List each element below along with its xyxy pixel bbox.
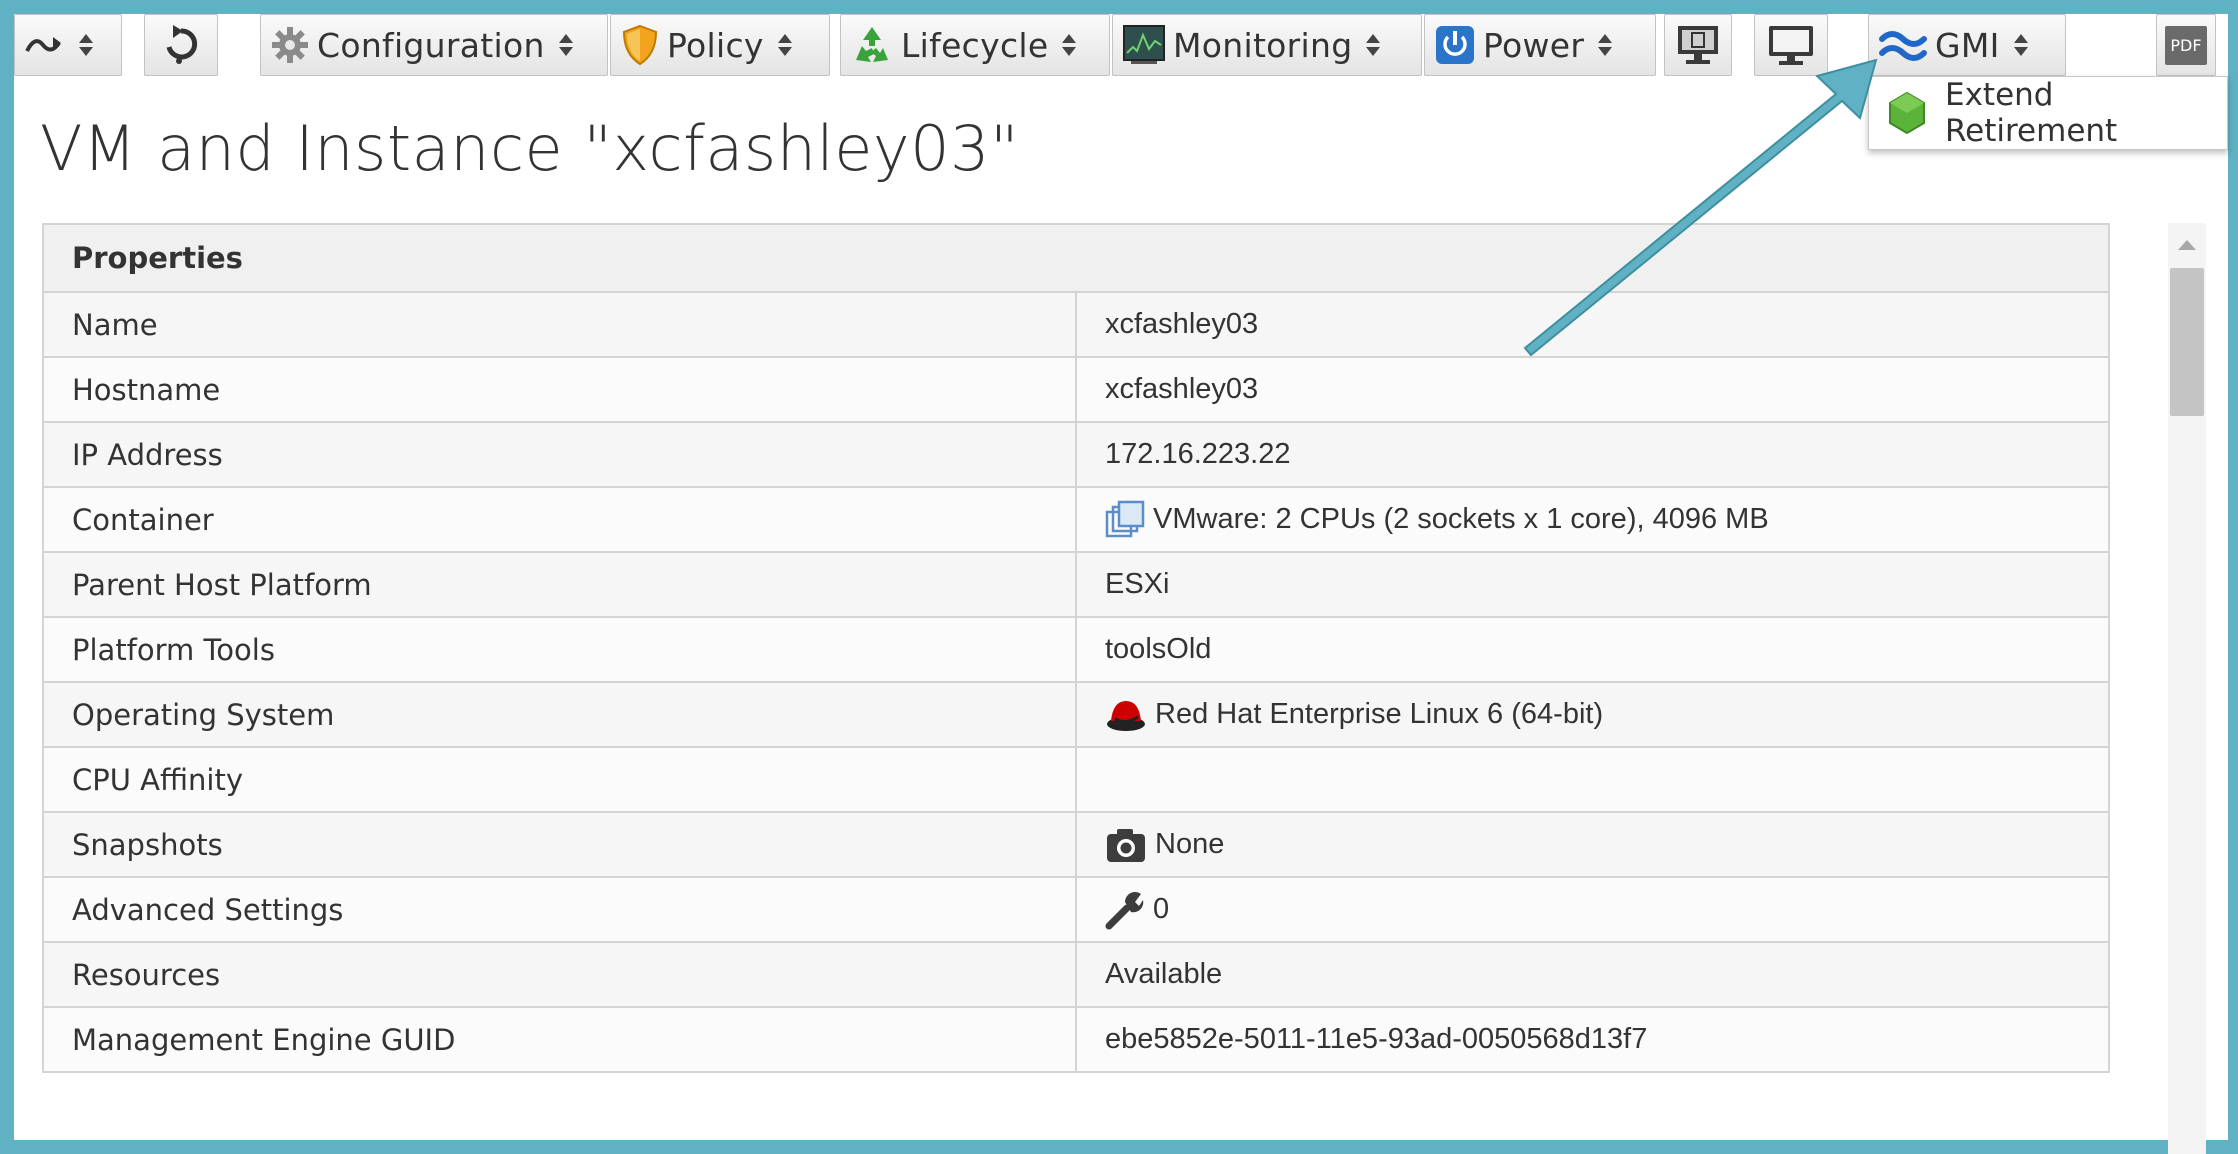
row-value <box>1075 746 2110 813</box>
reload-button[interactable] <box>144 14 218 76</box>
power-menu-button[interactable]: Power <box>1424 14 1656 76</box>
table-row: Operating System Red Hat Enterprise Linu… <box>42 681 2110 748</box>
gmi-menu-button[interactable]: GMI <box>1868 14 2066 76</box>
pdf-icon: PDF <box>2165 25 2207 65</box>
row-key: Platform Tools <box>42 616 1077 683</box>
row-key: IP Address <box>42 421 1077 488</box>
console-button[interactable] <box>1664 14 1732 76</box>
row-value: ebe5852e-5011-11e5-93ad-0050568d13f7 <box>1075 1006 2110 1073</box>
os-value: Red Hat Enterprise Linux 6 (64-bit) <box>1155 698 1604 730</box>
camera-icon <box>1105 826 1147 864</box>
properties-table: Properties Name xcfashley03 Hostname xcf… <box>42 223 2110 1073</box>
row-key: Management Engine GUID <box>42 1006 1077 1073</box>
download-pdf-button[interactable]: PDF <box>2156 14 2216 76</box>
hexagon-icon <box>1887 91 1927 135</box>
table-row[interactable]: Advanced Settings 0 <box>42 876 2110 943</box>
policy-caret-icon <box>777 34 792 56</box>
redhat-icon <box>1105 697 1147 733</box>
table-row: Management Engine GUID ebe5852e-5011-11e… <box>42 1006 2110 1073</box>
configuration-label: Configuration <box>317 25 545 65</box>
row-value-cell: Red Hat Enterprise Linux 6 (64-bit) <box>1075 681 2110 748</box>
row-value: xcfashley03 <box>1075 356 2110 423</box>
power-label: Power <box>1483 25 1585 65</box>
row-value: toolsOld <box>1075 616 2110 683</box>
shield-icon <box>621 24 659 66</box>
table-row: IP Address 172.16.223.22 <box>42 421 2110 488</box>
snapshots-value[interactable]: None <box>1155 828 1224 861</box>
monitoring-menu-button[interactable]: Monitoring <box>1112 14 1422 76</box>
history-icon <box>25 31 65 59</box>
row-value: Available <box>1075 941 2110 1008</box>
configuration-menu-button[interactable]: Configuration <box>260 14 608 76</box>
monitoring-label: Monitoring <box>1173 25 1353 65</box>
row-key: Advanced Settings <box>42 876 1077 943</box>
table-row: CPU Affinity <box>42 746 2110 813</box>
container-value[interactable]: VMware: 2 CPUs (2 sockets x 1 core), 409… <box>1153 503 1769 536</box>
row-key: Snapshots <box>42 811 1077 878</box>
history-button[interactable] <box>14 14 122 76</box>
table-row[interactable]: Container VMware: 2 CPUs (2 sockets x 1 … <box>42 486 2110 553</box>
console-monitor-icon <box>1676 24 1720 66</box>
table-row: Hostname xcfashley03 <box>42 356 2110 423</box>
row-key: Container <box>42 486 1077 553</box>
power-caret-icon <box>1598 34 1613 56</box>
lifecycle-menu-button[interactable]: Lifecycle <box>840 14 1110 76</box>
row-key: Operating System <box>42 681 1077 748</box>
row-value: xcfashley03 <box>1075 291 2110 358</box>
power-icon <box>1435 25 1475 65</box>
lifecycle-caret-icon <box>1062 34 1077 56</box>
table-row[interactable]: Snapshots None <box>42 811 2110 878</box>
gmi-caret-icon <box>2013 34 2028 56</box>
row-value-cell: VMware: 2 CPUs (2 sockets x 1 core), 409… <box>1075 486 2110 553</box>
properties-header: Properties <box>42 223 2110 293</box>
row-key: Parent Host Platform <box>42 551 1077 618</box>
row-key: Name <box>42 291 1077 358</box>
row-value-cell: None <box>1075 811 2110 878</box>
vmware-container-icon <box>1105 500 1145 540</box>
row-key: Hostname <box>42 356 1077 423</box>
monitoring-caret-icon <box>1366 34 1381 56</box>
table-row: Resources Available <box>42 941 2110 1008</box>
row-value: 172.16.223.22 <box>1075 421 2110 488</box>
remote-console-button[interactable] <box>1754 14 1828 76</box>
wrench-icon <box>1105 890 1145 930</box>
scroll-up-arrow-icon[interactable] <box>2178 240 2196 250</box>
page-title: VM and Instance "xcfashley03" <box>40 112 1019 185</box>
extend-retirement-menu-item[interactable]: Extend Retirement <box>1945 77 2227 149</box>
gmi-label: GMI <box>1935 25 2000 65</box>
toolbar: Configuration Policy Lifecycle Monitorin… <box>14 14 2228 76</box>
monitoring-chart-icon <box>1123 25 1165 65</box>
lifecycle-label: Lifecycle <box>901 25 1049 65</box>
reload-icon <box>163 25 199 65</box>
row-value: ESXi <box>1075 551 2110 618</box>
row-key: CPU Affinity <box>42 746 1077 813</box>
advanced-settings-value[interactable]: 0 <box>1153 893 1169 926</box>
scrollbar-thumb[interactable] <box>2170 268 2204 416</box>
policy-label: Policy <box>667 25 764 65</box>
history-caret-icon <box>79 34 93 56</box>
recycle-icon <box>851 24 893 66</box>
gear-icon <box>271 26 309 64</box>
table-row: Platform Tools toolsOld <box>42 616 2110 683</box>
gmi-wave-icon <box>1879 26 1927 64</box>
row-key: Resources <box>42 941 1077 1008</box>
table-row: Parent Host Platform ESXi <box>42 551 2110 618</box>
configuration-caret-icon <box>558 34 573 56</box>
row-value-cell: 0 <box>1075 876 2110 943</box>
policy-menu-button[interactable]: Policy <box>610 14 830 76</box>
monitor-icon <box>1767 24 1815 66</box>
gmi-dropdown-menu: Extend Retirement <box>1868 76 2228 150</box>
table-row: Name xcfashley03 <box>42 291 2110 358</box>
